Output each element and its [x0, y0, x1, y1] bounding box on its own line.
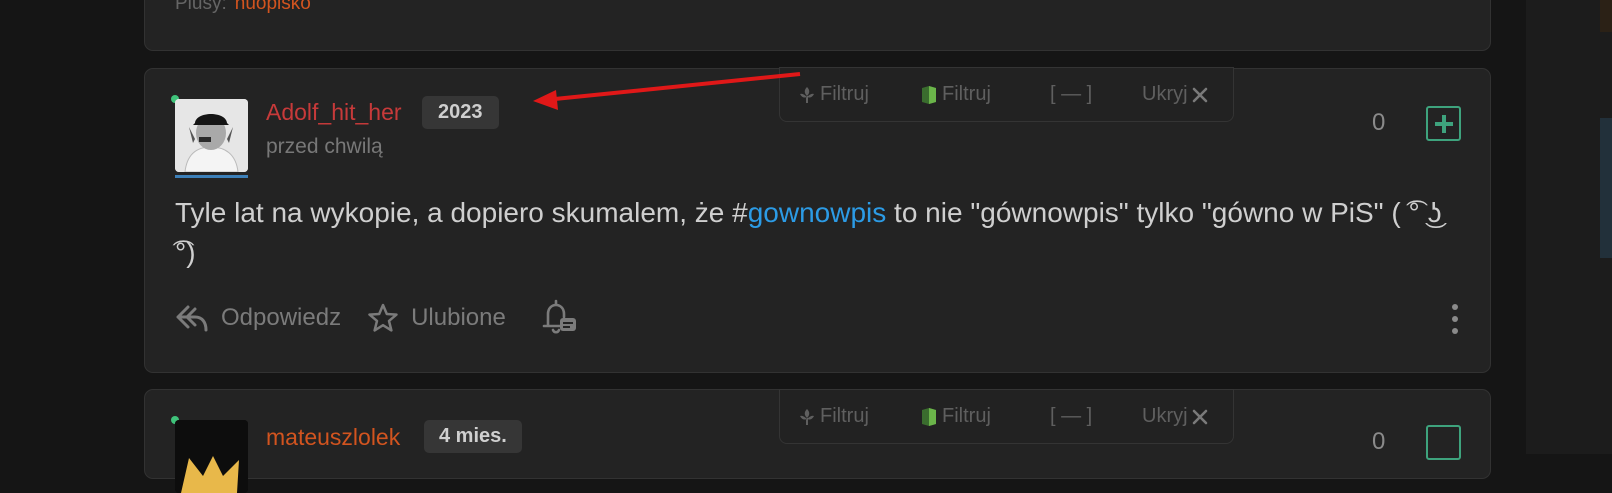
avatar-color-bar — [175, 175, 248, 178]
entry-timestamp[interactable]: przed chwilą — [266, 135, 383, 159]
more-options-button[interactable] — [1450, 304, 1460, 334]
plusy-label: Plusy: — [175, 0, 227, 14]
green-shield-icon — [922, 407, 936, 426]
vote-count: 0 — [1372, 428, 1386, 455]
close-icon — [1192, 87, 1207, 102]
edge-thumbnail-top — [1600, 0, 1612, 32]
reply-icon — [176, 305, 208, 332]
entry-text-start: Tyle lat na wykopie, a dopiero skumalem,… — [175, 197, 748, 228]
filter-button-2[interactable]: Filtruj — [920, 405, 991, 428]
tag-link[interactable]: gownowpis — [748, 197, 887, 228]
author-name-link[interactable]: Adolf_hit_her — [266, 99, 402, 126]
filter-label-2: Filtruj — [942, 83, 991, 105]
more-dot-icon — [1452, 316, 1458, 322]
vote-count: 0 — [1372, 109, 1386, 136]
filter-label-1: Filtruj — [820, 83, 869, 105]
fleur-icon — [800, 408, 814, 425]
entry-filter-bar: Filtruj Filtruj [ — ] Ukryj — [779, 389, 1234, 444]
more-dot-icon — [1452, 328, 1458, 334]
reply-label: Odpowiedz — [221, 304, 342, 331]
hide-label: Ukryj — [1142, 83, 1188, 105]
plus-icon — [1434, 114, 1453, 133]
filter-label-2: Filtruj — [942, 405, 991, 427]
hide-label: Ukryj — [1142, 405, 1188, 427]
close-icon — [1192, 409, 1207, 424]
upvote-button[interactable] — [1426, 425, 1461, 460]
hide-button[interactable]: Ukryj — [1142, 405, 1208, 428]
filter-button-2[interactable]: Filtruj — [920, 83, 991, 106]
green-shield-icon — [922, 85, 936, 104]
entry-body: Tyle lat na wykopie, a dopiero skumalem,… — [175, 193, 1465, 273]
collapse-button[interactable]: [ — ] — [1050, 83, 1092, 106]
previous-entry-card: Plusy: huopisko — [144, 0, 1491, 51]
favorite-label: Ulubione — [411, 304, 506, 331]
account-age-badge: 4 mies. — [424, 420, 522, 453]
plusy-row: Plusy: huopisko — [175, 0, 311, 15]
filter-label-1: Filtruj — [820, 405, 869, 427]
star-icon — [368, 303, 398, 332]
fleur-icon — [800, 86, 814, 103]
account-age-badge: 2023 — [422, 96, 499, 129]
more-dot-icon — [1452, 304, 1458, 310]
avatar[interactable] — [175, 420, 248, 493]
author-name-link[interactable]: mateuszlolek — [266, 424, 400, 451]
bell-notification-icon — [542, 299, 576, 334]
plusy-user-link[interactable]: huopisko — [235, 0, 311, 14]
hide-button[interactable]: Ukryj — [1142, 83, 1208, 106]
filter-button-1[interactable]: Filtruj — [798, 405, 869, 428]
avatar[interactable] — [175, 99, 248, 172]
notify-button[interactable] — [540, 299, 580, 337]
entry-filter-bar: Filtruj Filtruj [ — ] Ukryj — [779, 67, 1234, 122]
filter-button-1[interactable]: Filtruj — [798, 83, 869, 106]
collapse-button[interactable]: [ — ] — [1050, 405, 1092, 428]
edge-thumbnail-middle — [1600, 118, 1612, 258]
reply-button[interactable]: Odpowiedz — [175, 301, 341, 335]
upvote-button[interactable] — [1426, 106, 1461, 141]
entry-actions: Odpowiedz Ulubione — [175, 299, 606, 337]
favorite-button[interactable]: Ulubione — [367, 302, 506, 334]
